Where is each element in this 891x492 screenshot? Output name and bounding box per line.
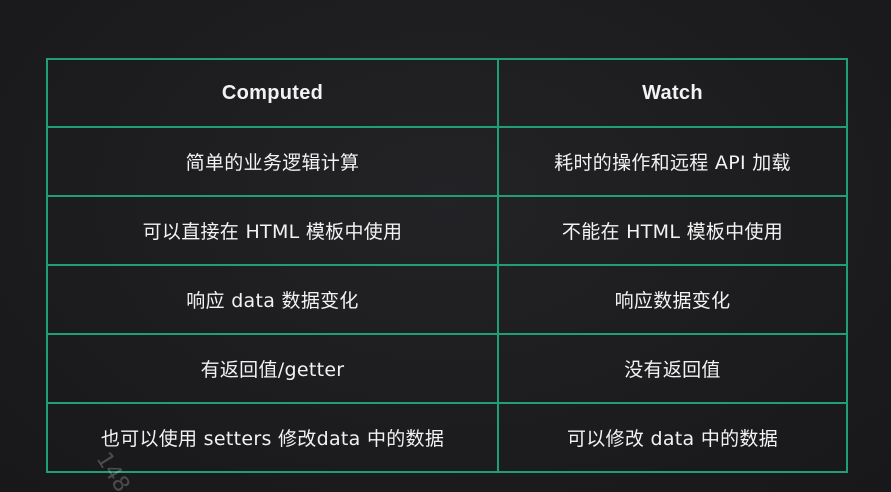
computed-cell: 简单的业务逻辑计算 <box>46 126 499 197</box>
watch-cell: 没有返回值 <box>497 333 848 404</box>
computed-cell: 也可以使用 setters 修改data 中的数据 <box>46 402 499 473</box>
watch-cell: 耗时的操作和远程 API 加载 <box>497 126 848 197</box>
table-row: 可以直接在 HTML 模板中使用 不能在 HTML 模板中使用 <box>46 195 848 266</box>
header-computed: Computed <box>46 58 499 128</box>
computed-cell: 有返回值/getter <box>46 333 499 404</box>
watch-cell: 可以修改 data 中的数据 <box>497 402 848 473</box>
table-row: 也可以使用 setters 修改data 中的数据 可以修改 data 中的数据 <box>46 402 848 473</box>
table-row: 响应 data 数据变化 响应数据变化 <box>46 264 848 335</box>
computed-cell: 可以直接在 HTML 模板中使用 <box>46 195 499 266</box>
slide: Computed Watch 简单的业务逻辑计算 耗时的操作和远程 API 加载… <box>0 0 891 492</box>
comparison-table: Computed Watch 简单的业务逻辑计算 耗时的操作和远程 API 加载… <box>46 58 848 473</box>
table-row: 有返回值/getter 没有返回值 <box>46 333 848 404</box>
header-watch: Watch <box>497 58 848 128</box>
computed-cell: 响应 data 数据变化 <box>46 264 499 335</box>
table-header-row: Computed Watch <box>46 58 848 128</box>
watch-cell: 不能在 HTML 模板中使用 <box>497 195 848 266</box>
watch-cell: 响应数据变化 <box>497 264 848 335</box>
table-row: 简单的业务逻辑计算 耗时的操作和远程 API 加载 <box>46 126 848 197</box>
